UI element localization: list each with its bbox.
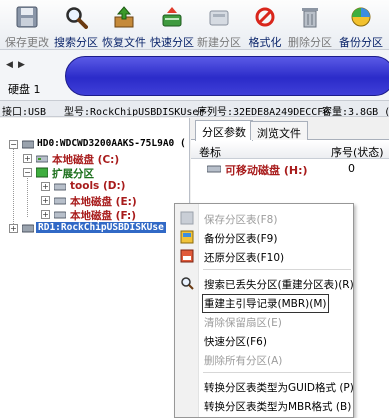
delete-partition-icon bbox=[302, 8, 318, 28]
expand-icon[interactable]: + bbox=[41, 196, 50, 205]
row-name: 可移动磁盘 (H:) bbox=[225, 164, 308, 177]
partition-icon bbox=[36, 155, 48, 163]
menu-item-backup-partition-table[interactable]: 备份分区表(F9) bbox=[175, 227, 355, 247]
collapse-icon[interactable]: − bbox=[23, 168, 32, 177]
save-icon bbox=[180, 211, 194, 225]
tab-bar: 分区参数 浏览文件 bbox=[191, 118, 389, 141]
tree-item-local-f[interactable]: + 本地磁盘 (F:) bbox=[0, 208, 190, 222]
recover-files-icon bbox=[114, 6, 134, 28]
collapse-icon[interactable]: − bbox=[9, 140, 18, 149]
quick-partition-label: 快速分区 bbox=[150, 36, 194, 49]
menu-item-convert-to-guid[interactable]: 转换分区表类型为GUID格式 (P) bbox=[175, 376, 355, 396]
menu-separator bbox=[203, 269, 351, 270]
tree-item-local-e[interactable]: + 本地磁盘 (E:) bbox=[0, 194, 190, 208]
nav-back-icon[interactable]: ◀ bbox=[6, 60, 13, 70]
new-partition-icon bbox=[209, 10, 229, 26]
save-changes-button[interactable]: 保存更改 bbox=[4, 2, 50, 49]
menu-item-save-partition-table[interactable]: 保存分区表(F8) bbox=[175, 208, 355, 228]
disk-capacity: 容量:3.8GB (3 bbox=[322, 107, 389, 117]
expand-icon[interactable]: + bbox=[41, 182, 50, 191]
disk-interface: 接口:USB bbox=[2, 107, 47, 117]
usb-disk-icon bbox=[22, 224, 34, 233]
tab-browse-files[interactable]: 浏览文件 bbox=[250, 121, 308, 140]
search-icon bbox=[181, 277, 194, 290]
expand-icon[interactable]: + bbox=[9, 224, 18, 233]
partition-icon bbox=[54, 183, 66, 191]
tree-item-rd1[interactable]: + RD1:RockChipUSBDISKUse bbox=[0, 222, 178, 236]
recover-files-button[interactable]: 恢复文件 bbox=[101, 2, 147, 49]
disk-serial: 序列号:32EDE8A249DECCF0 bbox=[197, 107, 330, 117]
menu-item-delete-all-partitions[interactable]: 删除所有分区(A) bbox=[175, 349, 355, 369]
context-menu: 保存分区表(F8) 备份分区表(F9) 还原分区表(F10) 搜索已丢失分区(重… bbox=[174, 203, 354, 418]
backup-icon bbox=[180, 230, 194, 244]
menu-item-convert-to-mbr[interactable]: 转换分区表类型为MBR格式 (B) bbox=[175, 395, 355, 415]
disk-map-bar[interactable] bbox=[65, 56, 389, 96]
toolbar: 保存更改 搜索分区 恢复文件 快速分区 新建分区 格式化 删除分区 备份分区 bbox=[0, 0, 389, 50]
column-header: 卷标 序号(状态) bbox=[191, 141, 389, 159]
disk-model: 型号:RockChipUSBDISKUser bbox=[64, 107, 205, 117]
hard-disk-icon bbox=[22, 140, 34, 149]
search-partition-button[interactable]: 搜索分区 bbox=[53, 2, 99, 49]
recover-files-label: 恢复文件 bbox=[102, 36, 146, 49]
search-icon bbox=[66, 7, 88, 29]
disk-tree: − HD0:WDCWD3200AAKS-75L9A0 ( + 本地磁盘 (C:)… bbox=[0, 118, 190, 418]
backup-partition-label: 备份分区 bbox=[339, 36, 383, 49]
partition-icon bbox=[54, 211, 66, 219]
backup-partition-icon bbox=[351, 7, 371, 27]
table-row[interactable]: 可移动磁盘 (H:) 0 bbox=[191, 160, 389, 177]
disk-info-bar: 接口:USB 型号:RockChipUSBDISKUser 序列号:32EDE8… bbox=[0, 100, 389, 117]
new-partition-button[interactable]: 新建分区 bbox=[196, 2, 242, 49]
app-window: 保存更改 搜索分区 恢复文件 快速分区 新建分区 格式化 删除分区 备份分区 ◀… bbox=[0, 0, 389, 418]
format-icon bbox=[255, 7, 275, 27]
tree-item-extended[interactable]: − 扩展分区 bbox=[0, 166, 190, 180]
expand-icon[interactable]: + bbox=[41, 210, 50, 219]
menu-item-clear-reserved-sectors[interactable]: 清除保留扇区(E) bbox=[175, 311, 355, 331]
menu-separator bbox=[203, 372, 351, 373]
menu-item-restore-partition-table[interactable]: 还原分区表(F10) bbox=[175, 246, 355, 266]
format-label: 格式化 bbox=[248, 36, 282, 49]
col-seq-status[interactable]: 序号(状态) bbox=[331, 144, 384, 160]
save-icon bbox=[16, 6, 38, 28]
disk-label: 硬盘 1 bbox=[8, 83, 41, 96]
row-seq: 0 bbox=[348, 162, 355, 175]
menu-item-quick-partition[interactable]: 快速分区(F6) bbox=[175, 330, 355, 350]
tree-item-hd0[interactable]: − HD0:WDCWD3200AAKS-75L9A0 ( bbox=[0, 138, 190, 152]
tree-item-local-c[interactable]: + 本地磁盘 (C:) bbox=[0, 152, 190, 166]
search-partition-label: 搜索分区 bbox=[54, 36, 98, 49]
format-button[interactable]: 格式化 bbox=[244, 2, 286, 49]
quick-partition-button[interactable]: 快速分区 bbox=[149, 2, 195, 49]
expand-icon[interactable]: + bbox=[23, 154, 32, 163]
extended-partition-icon bbox=[36, 167, 48, 178]
quick-partition-icon bbox=[162, 7, 182, 27]
backup-partition-button[interactable]: 备份分区 bbox=[335, 2, 387, 49]
menu-item-rebuild-mbr[interactable]: 重建主引导记录(MBR)(M) bbox=[175, 292, 355, 313]
delete-partition-label: 删除分区 bbox=[288, 36, 332, 49]
new-partition-label: 新建分区 bbox=[197, 36, 241, 49]
restore-icon bbox=[180, 249, 194, 263]
col-volume-label[interactable]: 卷标 bbox=[199, 144, 221, 160]
partition-icon bbox=[54, 197, 66, 205]
removable-disk-icon bbox=[207, 165, 221, 173]
tree-item-tools[interactable]: + tools (D:) bbox=[0, 180, 190, 194]
save-changes-label: 保存更改 bbox=[5, 36, 49, 49]
menu-item-search-lost-partitions[interactable]: 搜索已丢失分区(重建分区表)(R) bbox=[175, 273, 355, 293]
nav-forward-icon[interactable]: ▶ bbox=[18, 60, 25, 70]
delete-partition-button[interactable]: 删除分区 bbox=[287, 2, 333, 49]
tab-partition-params[interactable]: 分区参数 bbox=[195, 120, 253, 141]
